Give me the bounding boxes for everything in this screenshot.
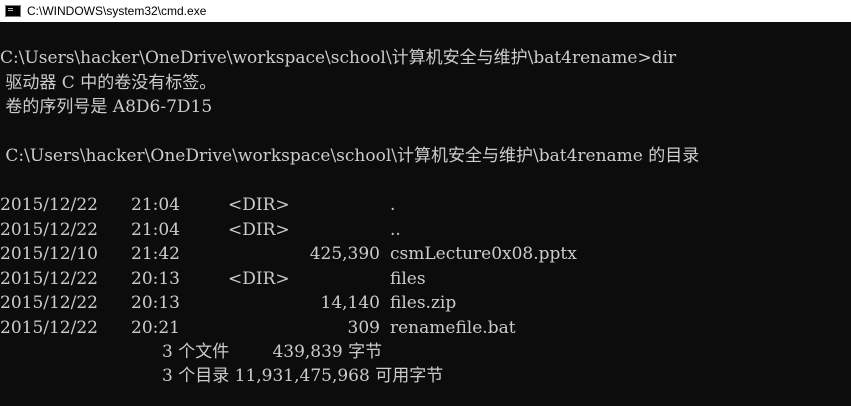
entry-time: 20:13 (131, 268, 180, 289)
entry-size: 425,390 (309, 244, 380, 264)
listing-row: 2015/12/22 21:04 <DIR>. (0, 193, 851, 218)
entry-name: .. (390, 219, 401, 240)
directory-header-line: C:\Users\hacker\OneDrive\workspace\schoo… (0, 146, 700, 166)
entry-name: csmLecture0x08.pptx (390, 244, 577, 264)
entry-name: . (390, 195, 396, 215)
summary-dirs-line: 3 个目录 11,931,475,968 可用字节 (0, 364, 851, 389)
console-output[interactable]: C:\Users\hacker\OneDrive\workspace\schoo… (0, 22, 851, 406)
listing-row: 2015/12/22 20:13 14,140 files.zip (0, 291, 851, 316)
entry-name: files (390, 268, 426, 289)
listing-row: 2015/12/10 21:42 425,390 csmLecture0x08.ppt… (0, 242, 851, 267)
entry-dir-tag: <DIR> (228, 219, 290, 240)
entry-date: 2015/12/22 (0, 268, 98, 289)
entry-dir-tag: <DIR> (228, 195, 290, 215)
window-title: C:\WINDOWS\system32\cmd.exe (27, 4, 207, 18)
entry-date: 2015/12/10 (0, 244, 98, 264)
summary-files: 3 个文件 439,839 字节 (162, 342, 383, 362)
entry-date: 2015/12/22 (0, 317, 98, 338)
entry-time: 21:42 (131, 244, 180, 264)
entry-time: 20:13 (131, 293, 180, 313)
entry-date: 2015/12/22 (0, 195, 98, 215)
listing-row: 2015/12/22 21:04 <DIR>.. (0, 218, 851, 243)
summary-dirs: 3 个目录 11,931,475,968 可用字节 (162, 366, 444, 386)
entry-time: 21:04 (131, 219, 180, 240)
summary-files-line: 3 个文件 439,839 字节 (0, 340, 851, 365)
entry-name: renamefile.bat (390, 317, 516, 338)
serial-number-line: 卷的序列号是 A8D6-7D15 (0, 97, 213, 117)
prompt-line: C:\Users\hacker\OneDrive\workspace\schoo… (0, 48, 677, 68)
listing-row: 2015/12/22 20:21 309 renamefile.bat (0, 316, 851, 341)
entry-time: 21:04 (131, 195, 180, 215)
entry-name: files.zip (390, 293, 457, 313)
entry-time: 20:21 (131, 317, 180, 338)
listing-row: 2015/12/22 20:13 <DIR> files (0, 267, 851, 292)
cmd-window: C:\WINDOWS\system32\cmd.exe C:\Users\hac… (0, 0, 851, 406)
title-bar[interactable]: C:\WINDOWS\system32\cmd.exe (0, 0, 851, 22)
entry-date: 2015/12/22 (0, 293, 98, 313)
entry-size: 309 (347, 317, 380, 338)
entry-dir-tag: <DIR> (228, 268, 290, 289)
entry-size: 14,140 (320, 293, 380, 313)
volume-label-line: 驱动器 C 中的卷没有标签。 (0, 73, 217, 93)
console-icon (5, 5, 21, 17)
entry-date: 2015/12/22 (0, 219, 98, 240)
